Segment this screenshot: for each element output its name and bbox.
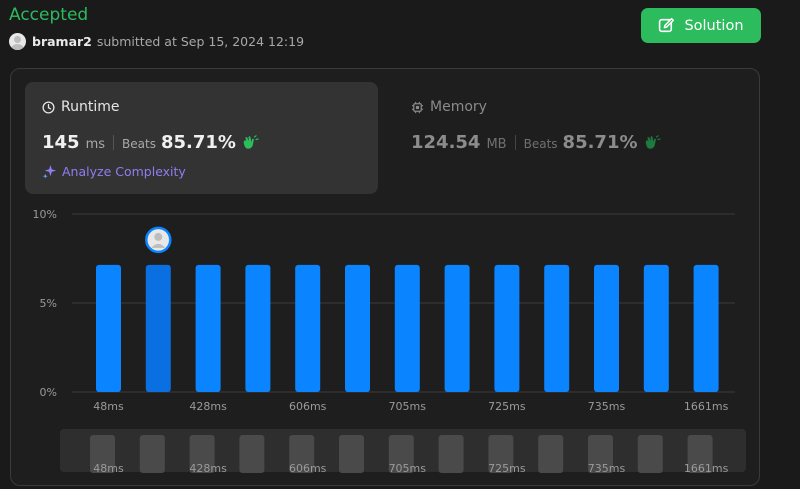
x-tick-label: 428ms (189, 400, 227, 413)
minimap-bar (239, 435, 265, 473)
bar[interactable] (544, 264, 570, 392)
x-tick-label: 1661ms (684, 400, 729, 413)
minimap-bar (438, 435, 464, 473)
minimap-tick-label: 725ms (488, 462, 526, 475)
y-tick-label: 10% (33, 208, 57, 221)
bar[interactable] (96, 264, 121, 392)
y-tick-label: 5% (40, 297, 57, 310)
user-marker-head (154, 232, 163, 241)
bar[interactable] (345, 264, 370, 392)
bar[interactable] (245, 264, 271, 392)
minimap-tick-label: 428ms (189, 462, 227, 475)
x-tick-label: 705ms (389, 400, 427, 413)
bar[interactable] (594, 264, 619, 392)
bar[interactable] (394, 264, 420, 392)
bar[interactable] (693, 264, 719, 392)
bar[interactable] (295, 264, 321, 392)
x-tick-label: 48ms (93, 400, 124, 413)
minimap-bar (637, 435, 663, 473)
bar[interactable] (643, 264, 669, 392)
minimap-tick-label: 705ms (389, 462, 427, 475)
x-tick-label: 606ms (289, 400, 327, 413)
runtime-distribution-chart: 0% 5% 10% 48ms 48ms 428ms 428ms 606ms 606ms 705ms… (33, 208, 735, 475)
bar[interactable] (444, 264, 470, 392)
minimap-tick-label: 1661ms (684, 462, 729, 475)
minimap-tick-label: 48ms (93, 462, 124, 475)
bar[interactable] (195, 264, 221, 392)
y-tick-label: 0% (40, 386, 57, 399)
minimap-bar (139, 435, 165, 473)
minimap-bar (538, 435, 564, 473)
bar[interactable] (494, 264, 520, 392)
x-tick-label: 725ms (488, 400, 526, 413)
x-tick-label: 735ms (588, 400, 626, 413)
minimap-bar (339, 435, 364, 473)
bar[interactable] (145, 264, 171, 392)
minimap-tick-label: 735ms (588, 462, 626, 475)
minimap-tick-label: 606ms (289, 462, 327, 475)
